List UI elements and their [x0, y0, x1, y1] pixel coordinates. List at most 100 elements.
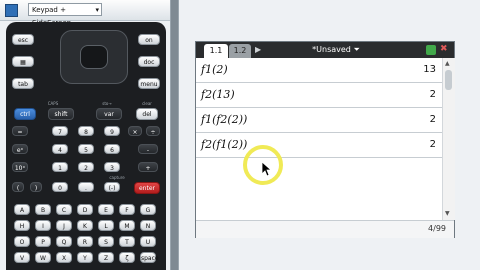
- alpha-key[interactable]: R: [77, 236, 93, 247]
- pow10-key[interactable]: 10ˣ: [12, 162, 28, 172]
- mouse-pointer-icon: [262, 162, 272, 176]
- capture-label: capture: [109, 175, 125, 180]
- alpha-key[interactable]: C: [56, 204, 72, 215]
- history-expression: f1(2): [201, 63, 228, 76]
- calculation-history: f1(2) 13 f2(13) 2 f1(f2(2)) 2 f2(f1(2)) …: [196, 58, 442, 220]
- history-result: 13: [423, 64, 436, 75]
- status-bar: 4/99: [196, 220, 454, 238]
- alpha-key[interactable]: F: [119, 204, 135, 215]
- on-key[interactable]: on: [138, 34, 160, 45]
- minus-key[interactable]: -: [138, 144, 158, 154]
- alpha-key[interactable]: J: [56, 220, 72, 231]
- alpha-key[interactable]: U: [140, 236, 156, 247]
- scroll-up-icon[interactable]: ▲: [445, 60, 450, 67]
- enter-key[interactable]: enter: [134, 182, 160, 194]
- five-key[interactable]: 5: [78, 144, 94, 154]
- alpha-key[interactable]: M: [119, 220, 135, 231]
- alpha-key[interactable]: A: [14, 204, 30, 215]
- esc-key[interactable]: esc: [12, 34, 34, 45]
- history-scrollbar[interactable]: ▲ ▼: [442, 58, 455, 220]
- chevron-down-icon: ⏷: [353, 45, 360, 54]
- chevron-down-icon: ▾: [95, 6, 99, 14]
- eight-key[interactable]: 8: [78, 126, 94, 136]
- negative-key[interactable]: (-): [104, 182, 120, 192]
- tab-key[interactable]: tab: [12, 78, 34, 89]
- alpha-key[interactable]: K: [77, 220, 93, 231]
- four-key[interactable]: 4: [52, 144, 68, 154]
- plus-key[interactable]: +: [138, 162, 158, 172]
- alpha-key[interactable]: O: [14, 236, 30, 247]
- history-expression: f2(f1(2)): [201, 138, 248, 151]
- alpha-key[interactable]: G: [140, 204, 156, 215]
- decimal-key[interactable]: .: [78, 182, 94, 192]
- document-title[interactable]: *Unsaved ⏷: [296, 44, 376, 56]
- two-key[interactable]: 2: [78, 162, 94, 172]
- menu-key[interactable]: menu: [138, 78, 160, 89]
- scroll-down-icon[interactable]: ▼: [445, 210, 450, 217]
- history-expression: f2(13): [201, 88, 235, 101]
- alpha-key[interactable]: T: [119, 236, 135, 247]
- alpha-key[interactable]: X: [56, 252, 72, 263]
- view-mode-select[interactable]: Keypad + SideScreen ▾: [28, 3, 102, 27]
- open-paren-key[interactable]: (: [12, 182, 24, 192]
- equals-key[interactable]: =: [12, 126, 28, 136]
- alpha-key[interactable]: W: [35, 252, 51, 263]
- exp-key[interactable]: eˣ: [12, 144, 28, 154]
- touchpad-center[interactable]: [80, 45, 108, 69]
- alpha-key[interactable]: S: [98, 236, 114, 247]
- alpha-key[interactable]: D: [77, 204, 93, 215]
- tab-bar: 1.1 1.2 ▶ *Unsaved ⏷ ✖: [196, 42, 454, 58]
- alpha-key[interactable]: Y: [77, 252, 93, 263]
- history-row[interactable]: f2(13) 2: [196, 83, 442, 108]
- touchpad[interactable]: [60, 30, 128, 84]
- nine-key[interactable]: 9: [104, 126, 120, 136]
- alpha-key[interactable]: H: [14, 220, 30, 231]
- history-result: 2: [429, 114, 436, 125]
- one-key[interactable]: 1: [52, 162, 68, 172]
- calculator-screen: 1.1 1.2 ▶ *Unsaved ⏷ ✖ f1(2) 13 f2(13) 2…: [195, 41, 455, 238]
- history-row[interactable]: f1(2) 13: [196, 58, 442, 83]
- alpha-key[interactable]: L: [98, 220, 114, 231]
- clear-label: clear: [142, 101, 152, 106]
- shift-key[interactable]: shift: [48, 108, 74, 120]
- del-key[interactable]: del: [136, 108, 158, 120]
- battery-icon: [426, 45, 436, 55]
- history-row[interactable]: f1(f2(2)) 2: [196, 108, 442, 133]
- tab-1-1[interactable]: 1.1: [204, 44, 228, 58]
- keypad-toolbar: Keypad + SideScreen ▾: [0, 0, 170, 27]
- keypad-panel: Keypad + SideScreen ▾ esc on tab doc men…: [0, 0, 171, 270]
- tab-1-2[interactable]: 1.2: [229, 44, 251, 58]
- alpha-key[interactable]: Q: [56, 236, 72, 247]
- alpha-key[interactable]: V: [14, 252, 30, 263]
- document-title-text: *Unsaved: [312, 45, 351, 54]
- history-result: 2: [429, 89, 436, 100]
- close-paren-key[interactable]: ): [30, 182, 42, 192]
- alpha-key[interactable]: I: [35, 220, 51, 231]
- six-key[interactable]: 6: [104, 144, 120, 154]
- tab-scroll-icon[interactable]: ▶: [255, 45, 261, 54]
- close-icon[interactable]: ✖: [440, 44, 448, 54]
- calculator-keypad: esc on tab doc menu ▦ CAPS sto→ clear ct…: [6, 22, 166, 270]
- alpha-key[interactable]: B: [35, 204, 51, 215]
- doc-key[interactable]: doc: [138, 56, 160, 67]
- history-expression: f1(f2(2)): [201, 113, 248, 126]
- zero-key[interactable]: 0: [52, 182, 68, 192]
- alpha-key[interactable]: P: [35, 236, 51, 247]
- history-result: 2: [429, 139, 436, 150]
- seven-key[interactable]: 7: [52, 126, 68, 136]
- alpha-key[interactable]: ζ: [119, 252, 135, 263]
- scratchpad-key[interactable]: ▦: [12, 56, 34, 67]
- divide-key[interactable]: ÷: [146, 126, 160, 136]
- var-key[interactable]: var: [96, 108, 122, 120]
- history-row[interactable]: f2(f1(2)) 2: [196, 133, 442, 158]
- alpha-key[interactable]: Z: [98, 252, 114, 263]
- alpha-key[interactable]: space: [140, 252, 159, 263]
- ctrl-key[interactable]: ctrl: [14, 108, 36, 120]
- multiply-key[interactable]: ×: [128, 126, 142, 136]
- scroll-thumb[interactable]: [445, 70, 452, 90]
- page-counter: 4/99: [428, 224, 446, 233]
- alpha-key[interactable]: E: [98, 204, 114, 215]
- alpha-key[interactable]: N: [140, 220, 156, 231]
- three-key[interactable]: 3: [104, 162, 120, 172]
- caps-label: CAPS: [47, 101, 59, 106]
